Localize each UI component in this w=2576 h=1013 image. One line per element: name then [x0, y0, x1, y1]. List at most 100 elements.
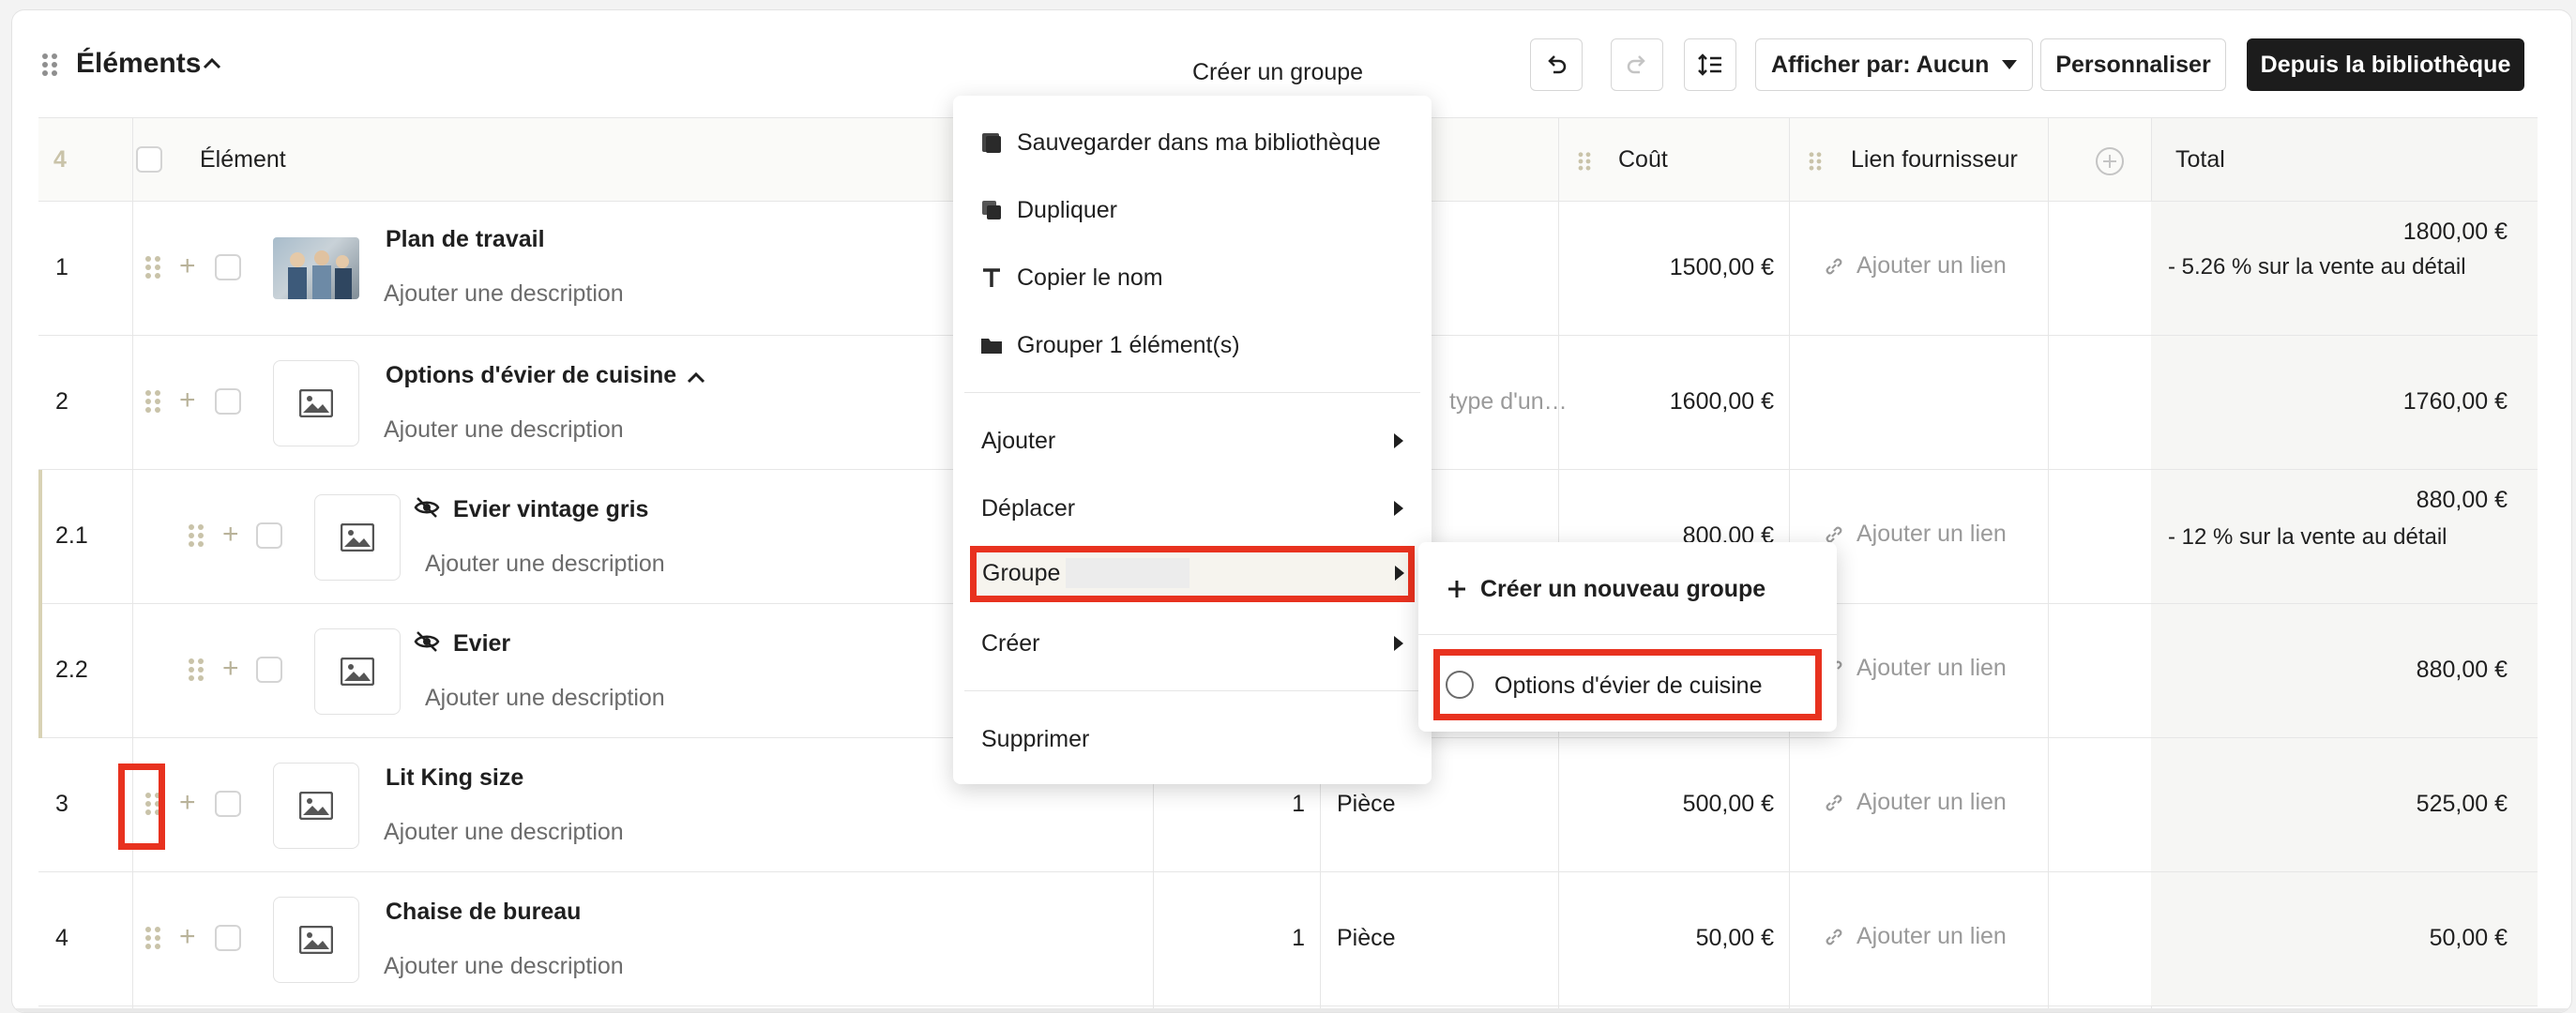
supplier-link[interactable]: Ajouter un lien: [1823, 655, 2007, 682]
menu-item-label: Grouper 1 élément(s): [1017, 331, 1240, 358]
row-height-button[interactable]: [1684, 38, 1736, 91]
submenu-arrow-icon: [1395, 566, 1404, 581]
from-library-button[interactable]: Depuis la bibliothèque: [2247, 38, 2524, 91]
menu-item-label: Créer: [981, 629, 1040, 657]
menu-item-label: Dupliquer: [1017, 196, 1118, 223]
group-name[interactable]: Options d'évier de cuisine: [386, 362, 676, 389]
undo-button[interactable]: [1530, 38, 1583, 91]
image-icon: [299, 792, 333, 820]
row-checkbox[interactable]: [256, 522, 282, 549]
menu-item-add[interactable]: Ajouter: [981, 422, 1403, 460]
drag-handle-icon[interactable]: [145, 927, 160, 949]
menu-item-label: Groupe: [982, 559, 1061, 586]
supplier-link[interactable]: Ajouter un lien: [1823, 923, 2007, 950]
drag-handle-icon[interactable]: [145, 390, 160, 413]
redo-button[interactable]: [1611, 38, 1663, 91]
image-icon: [341, 658, 374, 686]
item-description[interactable]: Ajouter une description: [384, 819, 624, 846]
item-description[interactable]: Ajouter une description: [384, 416, 624, 444]
line-spacing-icon: [1698, 53, 1721, 76]
text-icon: [983, 268, 1000, 287]
column-drag-icon[interactable]: [1809, 152, 1822, 171]
menu-item-delete[interactable]: Supprimer: [981, 720, 1089, 758]
display-by-dropdown[interactable]: Afficher par: Aucun: [1755, 38, 2033, 91]
group-option-kitchen-sink[interactable]: Options d'évier de cuisine: [1433, 649, 1822, 720]
item-name[interactable]: Lit King size: [386, 764, 523, 792]
chevron-up-icon[interactable]: [686, 368, 706, 388]
add-row-icon[interactable]: +: [179, 252, 196, 280]
supplier-link-label: Ajouter un lien: [1856, 923, 2007, 949]
cost-value[interactable]: 1600,00 €: [1558, 388, 1774, 416]
drag-handle-icon[interactable]: [189, 524, 204, 547]
drag-handle-icon[interactable]: [189, 658, 204, 681]
quantity-value[interactable]: 1: [1153, 791, 1305, 818]
supplier-link[interactable]: Ajouter un lien: [1823, 521, 2007, 548]
cost-value[interactable]: 500,00 €: [1558, 791, 1774, 818]
row-checkbox[interactable]: [256, 657, 282, 683]
item-description[interactable]: Ajouter une description: [384, 953, 624, 980]
menu-separator: [1418, 634, 1837, 635]
item-name[interactable]: Plan de travail: [386, 226, 545, 253]
retail-note: - 12 % sur la vente au détail: [2168, 524, 2447, 550]
image-placeholder[interactable]: [273, 360, 359, 446]
menu-item-label: Supprimer: [981, 725, 1090, 752]
supplier-link-label: Ajouter un lien: [1856, 252, 2007, 279]
supplier-link[interactable]: Ajouter un lien: [1823, 252, 2007, 280]
add-column-icon[interactable]: [2095, 146, 2125, 176]
eye-off-icon[interactable]: [414, 630, 440, 653]
add-row-icon[interactable]: +: [222, 521, 239, 549]
type-cell[interactable]: type d'un…: [1449, 388, 1568, 416]
column-drag-icon[interactable]: [1578, 152, 1591, 171]
eye-off-icon[interactable]: [414, 496, 440, 519]
submenu-item-label: Créer un nouveau groupe: [1480, 575, 1766, 602]
image-placeholder[interactable]: [273, 763, 359, 849]
menu-item-label: Ajouter: [981, 427, 1056, 454]
item-description[interactable]: Ajouter une description: [425, 551, 665, 578]
item-name[interactable]: Chaise de bureau: [386, 899, 581, 926]
menu-item-group[interactable]: Groupe: [970, 546, 1415, 602]
add-row-icon[interactable]: +: [222, 655, 239, 683]
item-name[interactable]: Evier: [453, 630, 510, 658]
chevron-up-icon[interactable]: [202, 53, 222, 74]
row-checkbox[interactable]: [215, 254, 241, 280]
image-placeholder[interactable]: [314, 494, 401, 581]
supplier-link-label: Ajouter un lien: [1856, 521, 2007, 547]
cost-value[interactable]: 1500,00 €: [1558, 254, 1774, 281]
menu-item-copy-name[interactable]: Copier le nom: [979, 259, 1163, 296]
unit-value[interactable]: Pièce: [1337, 791, 1396, 818]
drag-handle-icon[interactable]: [145, 256, 160, 279]
row-checkbox[interactable]: [215, 388, 241, 415]
item-description[interactable]: Ajouter une description: [384, 280, 624, 308]
table-row[interactable]: 4 + Chaise de bureau Ajouter une descrip…: [38, 872, 2538, 1006]
menu-item-duplicate[interactable]: Dupliquer: [979, 191, 1117, 229]
quantity-value[interactable]: 1: [1153, 925, 1305, 952]
row-number: 2.2: [55, 657, 88, 683]
add-row-icon[interactable]: +: [179, 923, 196, 951]
menu-item-move[interactable]: Déplacer: [981, 490, 1403, 527]
menu-item-create[interactable]: Créer: [981, 625, 1403, 662]
row-number: 3: [55, 791, 68, 817]
customize-button[interactable]: Personnaliser: [2040, 38, 2226, 91]
image-placeholder[interactable]: [273, 897, 359, 983]
select-all-checkbox[interactable]: [136, 146, 162, 173]
add-row-icon[interactable]: +: [179, 386, 196, 415]
supplier-link[interactable]: Ajouter un lien: [1823, 789, 2007, 816]
unit-value[interactable]: Pièce: [1337, 925, 1396, 952]
item-name[interactable]: Evier vintage gris: [453, 496, 648, 523]
row-checkbox[interactable]: [215, 791, 241, 817]
redacted-block: [1066, 558, 1190, 588]
menu-item-group-items[interactable]: Grouper 1 élément(s): [979, 326, 1240, 364]
total-value: 1760,00 €: [2402, 388, 2508, 415]
group-submenu: Créer un nouveau groupe Options d'évier …: [1418, 542, 1837, 732]
cost-value[interactable]: 50,00 €: [1558, 925, 1774, 952]
add-row-icon[interactable]: +: [179, 789, 196, 817]
item-description[interactable]: Ajouter une description: [425, 685, 665, 712]
menu-item-save-library[interactable]: Sauvegarder dans ma bibliothèque: [979, 124, 1381, 161]
radio-button[interactable]: [1446, 671, 1474, 699]
image-placeholder[interactable]: [314, 628, 401, 715]
row-checkbox[interactable]: [215, 925, 241, 951]
create-new-group-item[interactable]: Créer un nouveau groupe: [1447, 570, 1765, 608]
create-group-button[interactable]: Créer un groupe: [1192, 59, 1363, 86]
drag-handle-icon[interactable]: [42, 53, 57, 76]
group-indicator: [38, 470, 42, 604]
